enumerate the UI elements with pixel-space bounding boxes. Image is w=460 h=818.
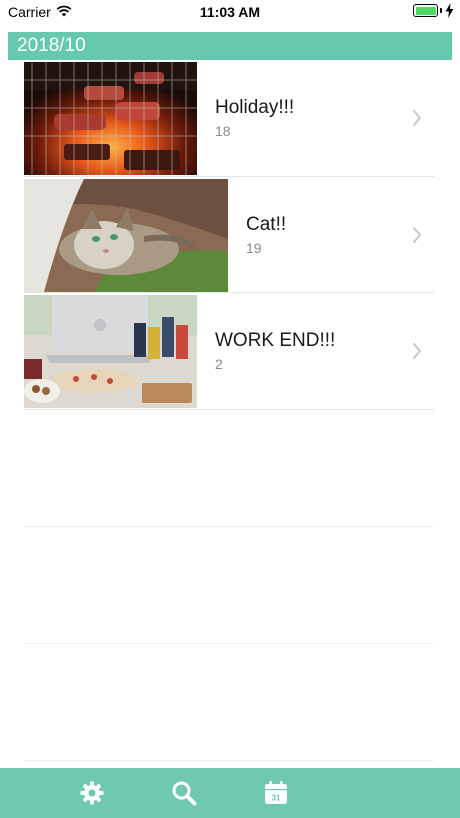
chevron-right-icon xyxy=(413,226,421,243)
album-count: 19 xyxy=(246,239,262,256)
battery-icon xyxy=(413,4,438,17)
row-divider xyxy=(24,759,434,761)
status-bar: Carrier 11:03 AM xyxy=(0,0,460,24)
charging-bolt-icon xyxy=(445,3,454,18)
month-title: 2018/10 xyxy=(17,35,86,56)
tab-bar: 31 xyxy=(0,768,460,818)
battery-tip xyxy=(440,8,442,13)
album-row-work-end[interactable]: WORK END!!! 2 xyxy=(24,293,434,410)
empty-row xyxy=(24,527,434,644)
laptop-snacks-photo xyxy=(24,295,197,408)
album-title: WORK END!!! xyxy=(215,330,336,351)
empty-row xyxy=(24,410,434,527)
cat-photo xyxy=(24,178,228,292)
search-icon[interactable] xyxy=(171,780,197,806)
album-count: 2 xyxy=(215,356,223,372)
calendar-icon[interactable]: 31 xyxy=(263,780,289,806)
album-count: 18 xyxy=(215,123,231,139)
chevron-right-icon xyxy=(413,110,421,126)
album-list: Holiday!!! 18 Cat!! 19 WORK END!!! 2 xyxy=(24,60,434,761)
album-title: Holiday!!! xyxy=(215,97,295,118)
bbq-grill-photo xyxy=(24,62,197,175)
empty-row xyxy=(24,644,434,761)
month-header: 2018/10 xyxy=(8,32,452,60)
gear-icon[interactable] xyxy=(79,780,105,806)
calendar-day: 31 xyxy=(272,794,281,803)
album-row-cat[interactable]: Cat!! 19 xyxy=(24,177,434,293)
album-row-holiday[interactable]: Holiday!!! 18 xyxy=(24,60,434,177)
album-title: Cat!! xyxy=(246,213,287,235)
chevron-right-icon xyxy=(413,343,421,359)
clock: 11:03 AM xyxy=(199,4,261,20)
